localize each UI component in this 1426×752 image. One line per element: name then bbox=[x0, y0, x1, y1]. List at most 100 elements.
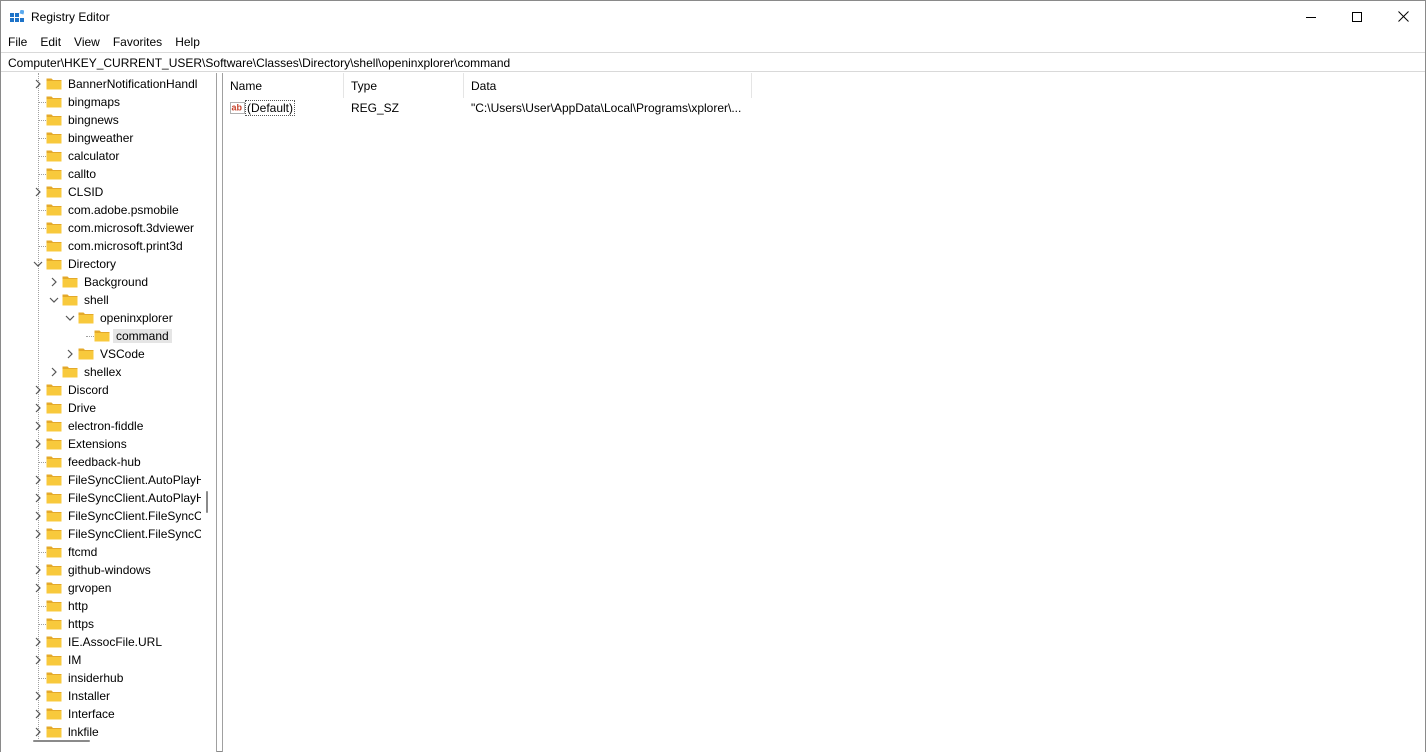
column-header-data[interactable]: Data bbox=[464, 73, 752, 98]
tree-item[interactable]: command bbox=[1, 327, 201, 345]
tree-item-label: IM bbox=[68, 653, 82, 667]
menu-favorites[interactable]: Favorites bbox=[106, 32, 168, 52]
tree-item[interactable]: bingnews bbox=[1, 111, 201, 129]
chevron-right-icon[interactable] bbox=[49, 276, 59, 288]
tree-item[interactable]: CLSID bbox=[1, 183, 201, 201]
chevron-right-icon[interactable] bbox=[33, 708, 43, 720]
tree-item-label: BannerNotificationHandl bbox=[68, 77, 198, 91]
close-button[interactable] bbox=[1380, 1, 1426, 32]
chevron-right-icon[interactable] bbox=[33, 474, 43, 486]
tree-item-label: VSCode bbox=[100, 347, 145, 361]
tree-item[interactable]: feedback-hub bbox=[1, 453, 201, 471]
chevron-right-icon[interactable] bbox=[33, 690, 43, 702]
chevron-right-icon[interactable] bbox=[33, 564, 43, 576]
list-row[interactable]: ab (Default) REG_SZ "C:\Users\User\AppDa… bbox=[223, 99, 1426, 117]
chevron-right-icon[interactable] bbox=[65, 348, 75, 360]
chevron-down-icon[interactable] bbox=[65, 312, 75, 324]
chevron-right-icon[interactable] bbox=[33, 654, 43, 666]
chevron-right-icon[interactable] bbox=[33, 726, 43, 738]
tree-guide-line bbox=[38, 624, 46, 625]
tree-vertical-scrollbar[interactable] bbox=[206, 491, 208, 513]
column-header-type[interactable]: Type bbox=[344, 73, 464, 98]
tree-item-label: command bbox=[113, 329, 172, 343]
folder-icon bbox=[46, 654, 62, 666]
tree-item-label: Installer bbox=[68, 689, 111, 703]
tree-item[interactable]: Discord bbox=[1, 381, 201, 399]
chevron-down-icon[interactable] bbox=[49, 294, 59, 306]
menu-view[interactable]: View bbox=[67, 32, 106, 52]
address-bar[interactable]: Computer\HKEY_CURRENT_USER\Software\Clas… bbox=[1, 52, 1425, 72]
key-tree-pane[interactable]: BannerNotificationHandl bingmaps bingnews b… bbox=[1, 73, 217, 752]
tree-guide-line bbox=[38, 120, 46, 121]
tree-item[interactable]: calculator bbox=[1, 147, 201, 165]
tree-item[interactable]: shellex bbox=[1, 363, 201, 381]
folder-icon bbox=[46, 636, 62, 648]
chevron-right-icon[interactable] bbox=[49, 366, 59, 378]
chevron-down-icon[interactable] bbox=[33, 258, 43, 270]
folder-icon bbox=[46, 384, 62, 396]
tree-item[interactable]: Directory bbox=[1, 255, 201, 273]
tree-item[interactable]: bingweather bbox=[1, 129, 201, 147]
tree-item[interactable]: FileSyncClient.FileSyncCl bbox=[1, 507, 201, 525]
tree-item[interactable]: callto bbox=[1, 165, 201, 183]
chevron-right-icon[interactable] bbox=[33, 582, 43, 594]
tree-item-label: shellex bbox=[84, 365, 122, 379]
menu-edit[interactable]: Edit bbox=[33, 32, 67, 52]
maximize-button[interactable] bbox=[1334, 1, 1380, 32]
tree-item[interactable]: ftcmd bbox=[1, 543, 201, 561]
tree-item-label: bingweather bbox=[68, 131, 134, 145]
tree-item[interactable]: electron-fiddle bbox=[1, 417, 201, 435]
chevron-right-icon[interactable] bbox=[33, 186, 43, 198]
registry-editor-window: Registry Editor File Edit View Favorites… bbox=[0, 0, 1426, 752]
tree-item[interactable]: lnkfile bbox=[1, 723, 201, 739]
minimize-button[interactable] bbox=[1288, 1, 1334, 32]
tree-item[interactable]: Background bbox=[1, 273, 201, 291]
menu-help[interactable]: Help bbox=[168, 32, 206, 52]
chevron-right-icon[interactable] bbox=[33, 402, 43, 414]
tree-item[interactable]: com.adobe.psmobile bbox=[1, 201, 201, 219]
tree-item[interactable]: Extensions bbox=[1, 435, 201, 453]
menu-file[interactable]: File bbox=[1, 32, 33, 52]
chevron-right-icon[interactable] bbox=[33, 384, 43, 396]
values-list-pane[interactable]: Name Type Data ab (Default) REG_SZ "C:\U… bbox=[222, 73, 1425, 752]
chevron-right-icon[interactable] bbox=[33, 78, 43, 90]
chevron-right-icon[interactable] bbox=[33, 492, 43, 504]
tree-item[interactable]: https bbox=[1, 615, 201, 633]
tree-item[interactable]: FileSyncClient.FileSyncCl bbox=[1, 525, 201, 543]
chevron-right-icon[interactable] bbox=[33, 510, 43, 522]
title-bar[interactable]: Registry Editor bbox=[1, 1, 1425, 32]
chevron-right-icon[interactable] bbox=[33, 420, 43, 432]
tree-horizontal-scrollbar[interactable] bbox=[33, 740, 90, 742]
tree-item[interactable]: shell bbox=[1, 291, 201, 309]
tree-item[interactable]: IE.AssocFile.URL bbox=[1, 633, 201, 651]
tree-item[interactable]: VSCode bbox=[1, 345, 201, 363]
folder-icon bbox=[46, 474, 62, 486]
tree-item[interactable]: Interface bbox=[1, 705, 201, 723]
address-path[interactable]: Computer\HKEY_CURRENT_USER\Software\Clas… bbox=[8, 56, 510, 70]
tree-item[interactable]: insiderhub bbox=[1, 669, 201, 687]
tree-item[interactable]: github-windows bbox=[1, 561, 201, 579]
tree-item[interactable]: openinxplorer bbox=[1, 309, 201, 327]
tree-guide-line bbox=[38, 156, 46, 157]
tree-item[interactable]: IM bbox=[1, 651, 201, 669]
tree-item[interactable]: Drive bbox=[1, 399, 201, 417]
column-header-name[interactable]: Name bbox=[223, 73, 344, 98]
tree-item[interactable]: Installer bbox=[1, 687, 201, 705]
folder-icon bbox=[46, 546, 62, 558]
tree-item[interactable]: com.microsoft.print3d bbox=[1, 237, 201, 255]
tree-item[interactable]: com.microsoft.3dviewer bbox=[1, 219, 201, 237]
folder-icon bbox=[46, 402, 62, 414]
tree-item[interactable]: http bbox=[1, 597, 201, 615]
tree-item[interactable]: BannerNotificationHandl bbox=[1, 75, 201, 93]
tree-guide-line bbox=[38, 138, 46, 139]
close-icon bbox=[1397, 11, 1409, 22]
tree-item[interactable]: FileSyncClient.AutoPlayH bbox=[1, 489, 201, 507]
tree-item[interactable]: grvopen bbox=[1, 579, 201, 597]
chevron-right-icon[interactable] bbox=[33, 528, 43, 540]
chevron-right-icon[interactable] bbox=[33, 438, 43, 450]
tree-item[interactable]: FileSyncClient.AutoPlayH bbox=[1, 471, 201, 489]
folder-icon bbox=[46, 618, 62, 630]
tree-item-label: electron-fiddle bbox=[68, 419, 144, 433]
chevron-right-icon[interactable] bbox=[33, 636, 43, 648]
tree-item[interactable]: bingmaps bbox=[1, 93, 201, 111]
